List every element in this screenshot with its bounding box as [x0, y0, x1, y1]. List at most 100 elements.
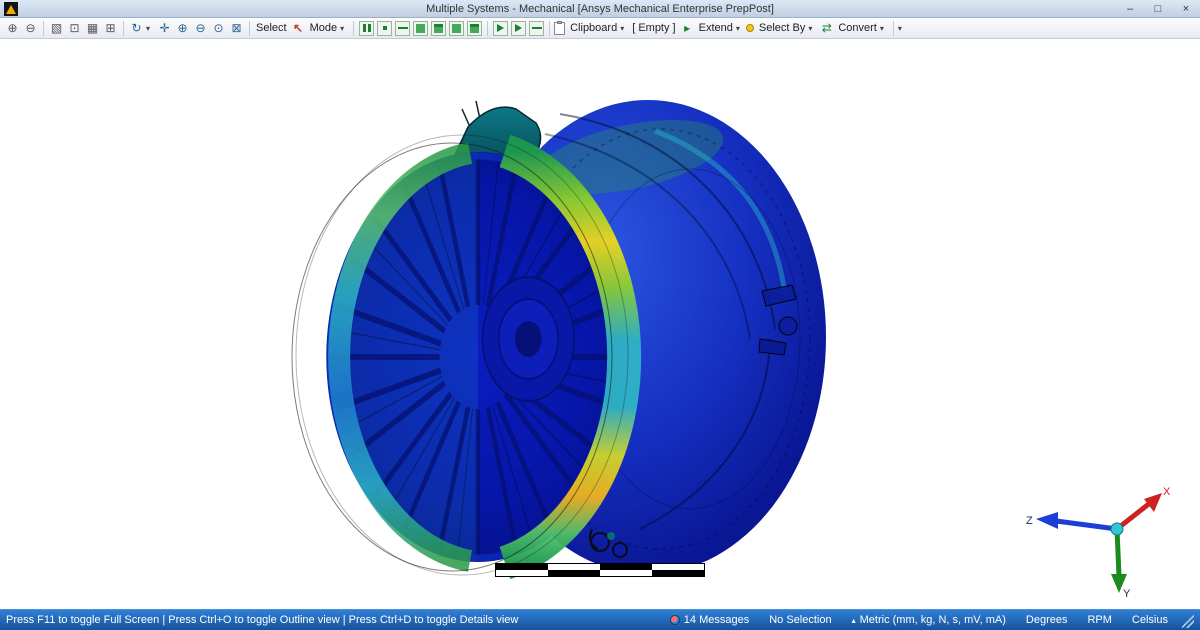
triad-y-label: Y: [1123, 588, 1131, 599]
toolbar-separator: [487, 21, 488, 36]
close-button[interactable]: ×: [1172, 0, 1200, 18]
engine-render: [0, 39, 1200, 609]
triad-y-axis[interactable]: Y: [1111, 529, 1131, 599]
orientation-triad[interactable]: Z X Y: [1022, 481, 1172, 599]
messages-field[interactable]: 14 Messages: [660, 614, 759, 626]
convert-dropdown-caret-icon[interactable]: ▾: [880, 24, 889, 33]
edge-filter-icon[interactable]: [395, 21, 410, 36]
units-field[interactable]: ▴ Metric (mm, kg, N, s, mV, mA): [842, 614, 1016, 626]
select-label[interactable]: Select: [254, 22, 289, 34]
body-glyph: [434, 24, 443, 33]
triad-z-label: Z: [1026, 515, 1033, 527]
pan-tool-icon[interactable]: ✛: [156, 19, 173, 37]
toolbar-separator: [893, 21, 894, 36]
extend-selection-icon[interactable]: [493, 21, 508, 36]
mode-dropdown-caret-icon[interactable]: ▾: [340, 24, 349, 33]
graphics-viewport[interactable]: Z X Y: [0, 39, 1200, 609]
triad-x-label: X: [1163, 486, 1171, 498]
select-by-dropdown-caret-icon[interactable]: ▾: [808, 24, 817, 33]
triad-z-axis[interactable]: Z: [1026, 512, 1117, 529]
selection-text: No Selection: [769, 614, 831, 626]
resize-grip[interactable]: [1182, 613, 1194, 628]
minimize-button[interactable]: –: [1116, 0, 1144, 18]
zoom-in-magnifier-icon[interactable]: ⊕: [4, 19, 21, 37]
body-filter-icon[interactable]: [431, 21, 446, 36]
ruler-cell: [600, 570, 652, 576]
select-cursor-icon[interactable]: ↖: [290, 19, 307, 37]
rotate-tool-icon[interactable]: ↻: [128, 19, 145, 37]
convert-icon[interactable]: ⇄: [818, 19, 835, 37]
vertex-glyph: [383, 26, 387, 30]
extend-arrow-glyph: [497, 24, 504, 32]
zoom-out-magnifier-icon[interactable]: ⊖: [22, 19, 39, 37]
temperature-unit-text: Celsius: [1132, 614, 1168, 626]
toolbar-separator: [123, 21, 124, 36]
convert-dropdown[interactable]: Convert: [836, 22, 879, 34]
temperature-unit-field[interactable]: Celsius: [1122, 614, 1178, 626]
triad-origin-sphere[interactable]: [1111, 523, 1123, 535]
extend-dropdown-caret-icon[interactable]: ▾: [736, 24, 745, 33]
grow-arrow-glyph: [515, 24, 522, 32]
zoom-fit-tool-icon[interactable]: ⊙: [210, 19, 227, 37]
view-cube-icon[interactable]: ▧: [48, 19, 65, 37]
node-filter-icon[interactable]: [449, 21, 464, 36]
messages-count: 14 Messages: [684, 614, 749, 626]
look-at-face-icon[interactable]: ⊡: [66, 19, 83, 37]
ruler-cell: [652, 570, 704, 576]
units-triangle-icon: ▴: [852, 616, 856, 625]
rotate-dropdown-caret-icon[interactable]: ▾: [146, 24, 155, 33]
rotation-unit-text: RPM: [1087, 614, 1111, 626]
messages-icon: [670, 615, 680, 625]
toolbar-separator: [249, 21, 250, 36]
statusbar-right: 14 Messages No Selection ▴ Metric (mm, k…: [660, 613, 1194, 628]
grid-glyph: [363, 24, 371, 32]
window-title: Multiple Systems - Mechanical [Ansys Mec…: [0, 3, 1200, 15]
selection-field[interactable]: No Selection: [759, 614, 841, 626]
element-filter-icon[interactable]: [467, 21, 482, 36]
ruler-cell: [496, 570, 548, 576]
units-text: Metric (mm, kg, N, s, mV, mA): [860, 614, 1006, 626]
toolbar-separator: [43, 21, 44, 36]
clipboard-clip-glyph: [557, 21, 562, 24]
ansys-logo-icon: [4, 2, 18, 16]
shrink-selection-icon[interactable]: [529, 21, 544, 36]
window-controls: – □ ×: [1116, 0, 1200, 18]
grow-selection-icon[interactable]: [511, 21, 526, 36]
maximize-button[interactable]: □: [1144, 0, 1172, 18]
fan-hub: [482, 277, 574, 401]
extend-icon[interactable]: ▸: [679, 19, 696, 37]
title-bar: Multiple Systems - Mechanical [Ansys Mec…: [0, 0, 1200, 18]
toolbar-separator: [549, 21, 550, 36]
select-mode-grid-icon[interactable]: [359, 21, 374, 36]
edge-glyph: [398, 27, 408, 29]
extend-dropdown[interactable]: Extend: [697, 22, 735, 34]
mode-dropdown[interactable]: Mode: [308, 22, 340, 34]
wireframe-view-icon[interactable]: ▦: [84, 19, 101, 37]
ruler-cell: [548, 570, 600, 576]
graphics-toolbar: ⊕ ⊖ ▧ ⊡ ▦ ⊞ ↻ ▾ ✛ ⊕ ⊖ ⊙ ⊠ Select ↖ Mode …: [0, 18, 1200, 39]
face-glyph: [416, 24, 425, 33]
clipboard-icon[interactable]: [554, 22, 565, 35]
rotation-unit-field[interactable]: RPM: [1077, 614, 1121, 626]
box-zoom-tool-icon[interactable]: ⊠: [228, 19, 245, 37]
clipboard-dropdown[interactable]: Clipboard: [568, 22, 619, 34]
status-bar: Press F11 to toggle Full Screen | Press …: [0, 609, 1200, 630]
node-glyph: [452, 24, 461, 33]
vertex-filter-icon[interactable]: [377, 21, 392, 36]
face-filter-icon[interactable]: [413, 21, 428, 36]
statusbar-hint: Press F11 to toggle Full Screen | Press …: [6, 614, 518, 626]
zoom-tool-icon[interactable]: ⊕: [174, 19, 191, 37]
clipboard-dropdown-caret-icon[interactable]: ▾: [620, 24, 629, 33]
shrink-glyph: [532, 27, 542, 29]
toolbar-overflow-chevron-icon[interactable]: ▾: [898, 24, 907, 33]
triad-x-axis[interactable]: X: [1117, 486, 1171, 529]
toolbar-separator: [353, 21, 354, 36]
select-by-dropdown[interactable]: Select By: [757, 22, 807, 34]
ansys-logo-triangle: [6, 5, 16, 14]
angle-unit-field[interactable]: Degrees: [1016, 614, 1078, 626]
select-by-icon[interactable]: [746, 24, 754, 32]
zoom-out-tool-icon[interactable]: ⊖: [192, 19, 209, 37]
copy-view-icon[interactable]: ⊞: [102, 19, 119, 37]
clipboard-empty-state: [ Empty ]: [630, 22, 677, 34]
scale-ruler: [495, 563, 705, 577]
